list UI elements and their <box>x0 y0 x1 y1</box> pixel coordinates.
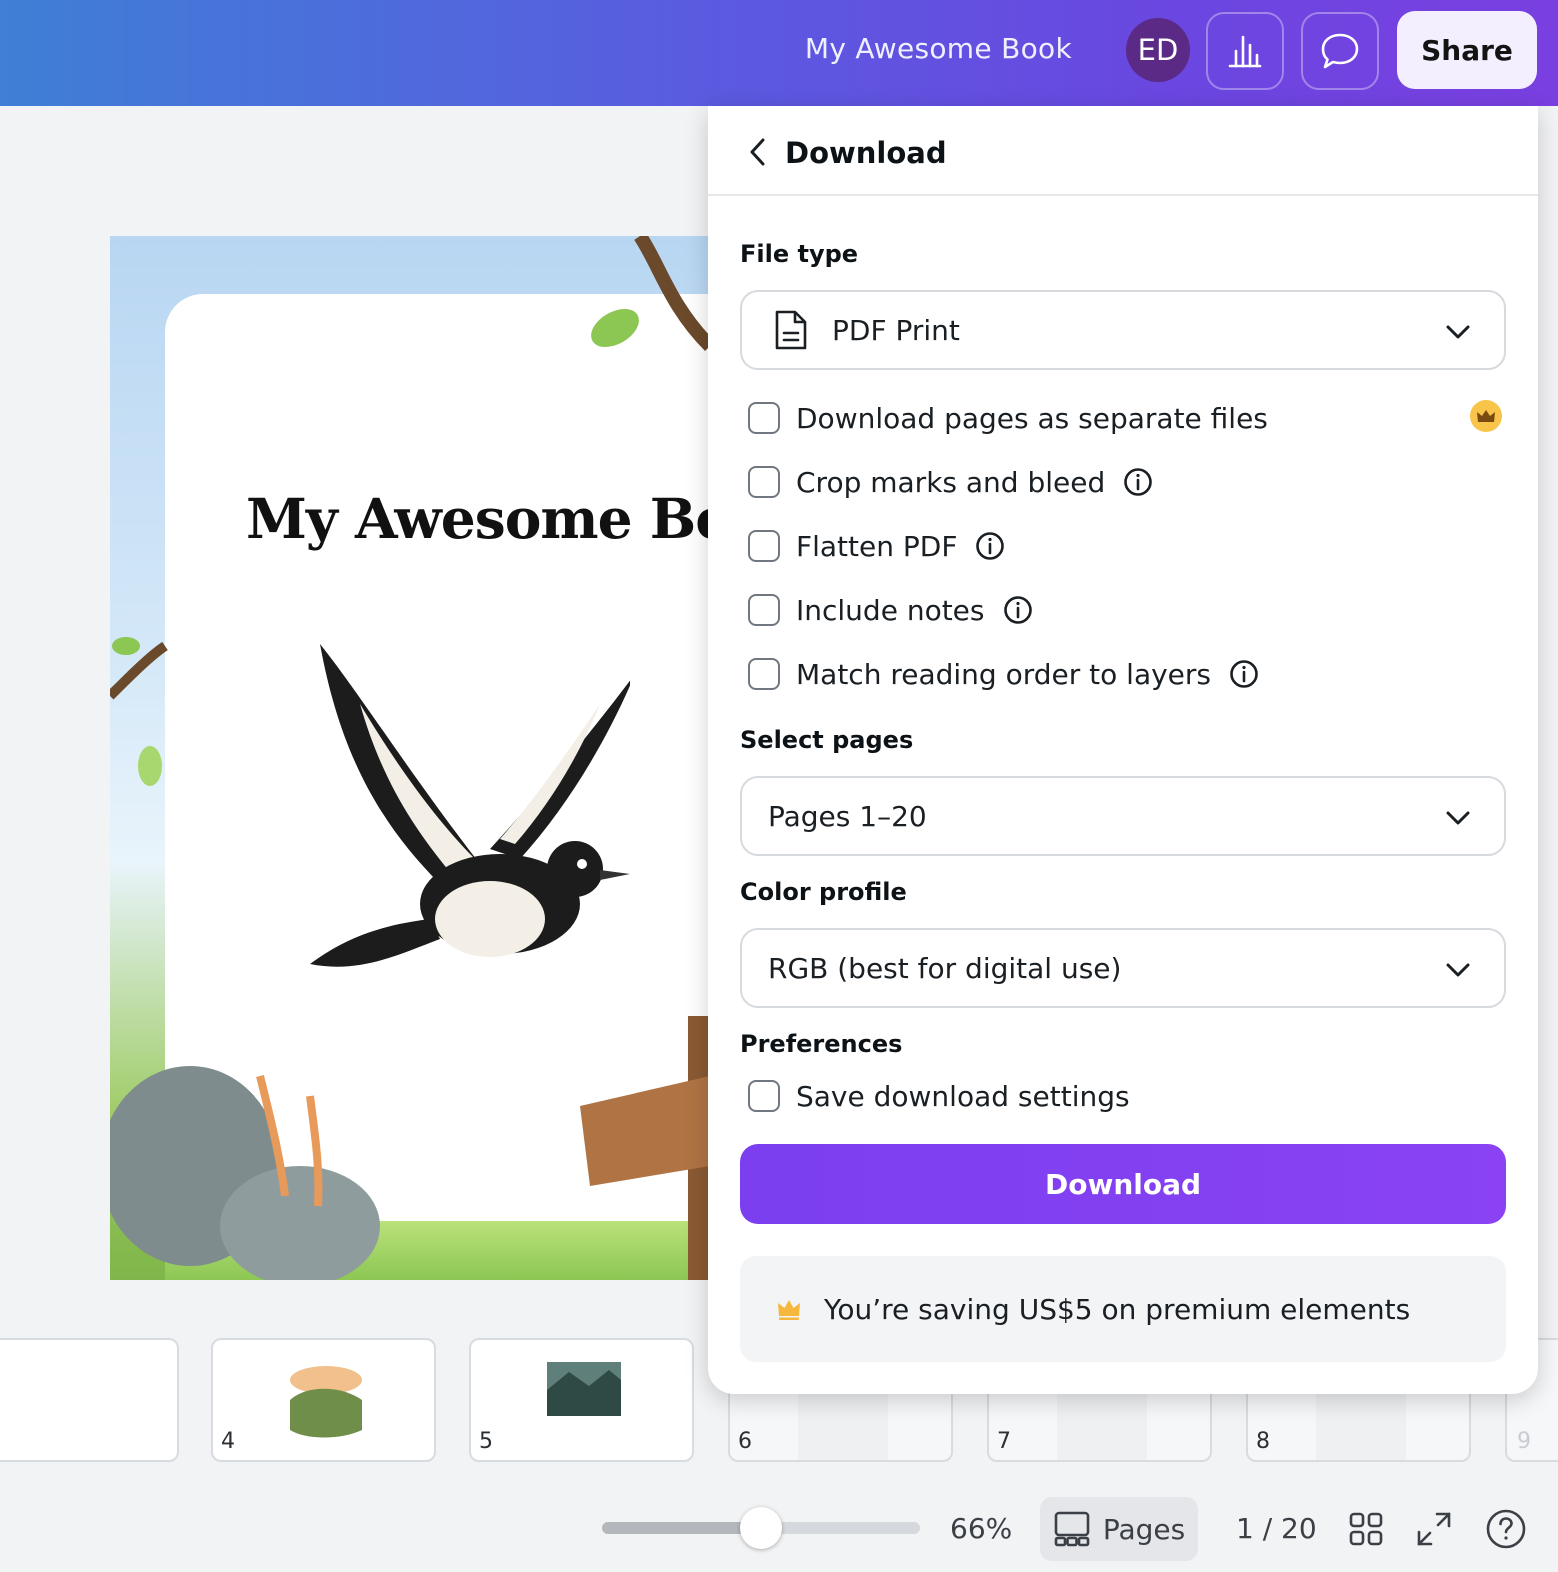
pages-button[interactable]: Pages <box>1040 1497 1198 1561</box>
reading-order-checkbox[interactable] <box>748 658 780 690</box>
landscape-thumbnail-image <box>290 1366 362 1438</box>
info-icon[interactable] <box>975 531 1005 561</box>
magpie-illustration[interactable] <box>300 634 630 1004</box>
include-notes-checkbox[interactable] <box>748 594 780 626</box>
option-save-settings[interactable]: Save download settings <box>748 1076 1130 1116</box>
file-type-label: File type <box>740 240 859 268</box>
download-button[interactable]: Download <box>740 1144 1506 1224</box>
chevron-down-icon <box>1446 963 1470 977</box>
file-type-select[interactable]: PDF Print <box>740 290 1506 370</box>
panel-header: Download <box>708 106 1538 196</box>
page-counter: 1 / 20 <box>1236 1512 1317 1545</box>
expand-icon <box>1417 1512 1451 1546</box>
color-profile-value: RGB (best for digital use) <box>768 951 1122 985</box>
separate-files-checkbox[interactable] <box>748 402 780 434</box>
share-button[interactable]: Share <box>1397 11 1537 89</box>
thumbnail-page-number: 6 <box>738 1429 752 1454</box>
rocks-illustration <box>110 1066 380 1280</box>
option-reading-order[interactable]: Match reading order to layers <box>748 654 1259 694</box>
flatten-pdf-checkbox[interactable] <box>748 530 780 562</box>
select-pages-value: Pages 1–20 <box>768 799 927 833</box>
color-profile-label: Color profile <box>740 878 907 906</box>
document-title[interactable]: My Awesome Book <box>805 32 1072 65</box>
back-button[interactable] <box>742 136 774 168</box>
save-settings-checkbox[interactable] <box>748 1080 780 1112</box>
savings-message: You’re saving US$5 on premium elements <box>824 1292 1411 1326</box>
zoom-slider-fill <box>602 1522 761 1534</box>
page-thumbnail[interactable]: 5 <box>469 1338 694 1462</box>
user-avatar[interactable]: ED <box>1126 18 1190 82</box>
thumbnail-preview <box>281 1340 371 1460</box>
crown-glyph <box>1477 410 1495 422</box>
option-flatten-pdf[interactable]: Flatten PDF <box>748 526 1005 566</box>
chevron-left-icon <box>750 138 765 166</box>
thumbnail-page-number: 8 <box>1256 1429 1270 1454</box>
chevron-down-icon <box>1446 325 1470 339</box>
chevron-down-icon <box>1446 811 1470 825</box>
grid-icon <box>1349 1512 1383 1546</box>
thumbnail-preview <box>22 1340 112 1460</box>
branch-illustration <box>591 236 710 351</box>
option-separate-files[interactable]: Download pages as separate files <box>748 398 1268 438</box>
info-icon[interactable] <box>1003 595 1033 625</box>
grid-view-button[interactable] <box>1344 1507 1388 1551</box>
mountain-thumbnail-image <box>547 1362 621 1416</box>
color-profile-dropdown[interactable]: RGB (best for digital use) <box>740 928 1506 1008</box>
download-panel: Download File type PDF Print Download pa… <box>708 106 1538 1394</box>
info-icon[interactable] <box>1123 467 1153 497</box>
crop-marks-checkbox[interactable] <box>748 466 780 498</box>
option-crop-marks[interactable]: Crop marks and bleed <box>748 462 1153 502</box>
zoom-slider-handle[interactable] <box>740 1507 782 1549</box>
save-settings-label: Save download settings <box>796 1079 1130 1113</box>
design-canvas[interactable]: My Awesome Book <box>110 236 710 1280</box>
document-icon <box>775 310 807 350</box>
separate-files-label: Download pages as separate files <box>796 401 1268 435</box>
include-notes-label: Include notes <box>796 593 985 627</box>
top-bar: My Awesome Book ED Share <box>0 0 1558 106</box>
premium-savings-notice: You’re saving US$5 on premium elements <box>740 1256 1506 1362</box>
thumbnail-page-number: 4 <box>221 1429 235 1454</box>
thumbnail-page-number: 9 <box>1517 1429 1531 1454</box>
pages-icon <box>1054 1511 1090 1547</box>
select-pages-label: Select pages <box>740 726 914 754</box>
comments-button[interactable] <box>1301 12 1379 90</box>
select-pages-dropdown[interactable]: Pages 1–20 <box>740 776 1506 856</box>
file-type-value: PDF Print <box>832 313 960 347</box>
zoom-level[interactable]: 66% <box>950 1512 1012 1545</box>
panel-title: Download <box>785 136 947 170</box>
thumbnail-preview <box>539 1340 629 1460</box>
thumbnail-page-number: 7 <box>997 1429 1011 1454</box>
analytics-button[interactable] <box>1206 12 1284 90</box>
page-thumbnail[interactable]: 4 <box>211 1338 436 1462</box>
info-icon[interactable] <box>1229 659 1259 689</box>
signpost-illustration <box>580 1016 710 1280</box>
reading-order-label: Match reading order to layers <box>796 657 1211 691</box>
flatten-pdf-label: Flatten PDF <box>796 529 958 563</box>
crop-marks-label: Crop marks and bleed <box>796 465 1106 499</box>
premium-crown-icon <box>1470 400 1502 432</box>
speech-bubble-icon <box>1321 33 1359 69</box>
preferences-label: Preferences <box>740 1030 903 1058</box>
book-title-text[interactable]: My Awesome Book <box>246 486 710 551</box>
help-icon <box>1486 1509 1526 1549</box>
pages-button-label: Pages <box>1102 1512 1186 1546</box>
crown-icon <box>778 1300 800 1320</box>
fullscreen-button[interactable] <box>1412 1507 1456 1551</box>
help-button[interactable] <box>1484 1507 1528 1551</box>
thumbnail-page-number: 5 <box>479 1429 493 1454</box>
page-thumbnail[interactable] <box>0 1338 179 1462</box>
option-include-notes[interactable]: Include notes <box>748 590 1033 630</box>
bar-chart-icon <box>1228 35 1262 68</box>
left-branch-illustration <box>110 637 168 786</box>
